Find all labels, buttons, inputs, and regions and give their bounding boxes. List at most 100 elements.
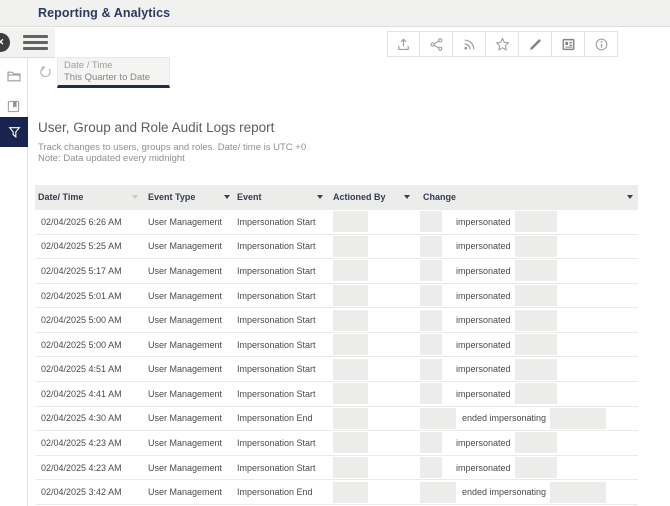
redaction-box [515, 383, 557, 404]
table-row: 02/04/2025 5:01 AMUser ManagementImperso… [35, 284, 638, 309]
table-row: 02/04/2025 4:30 AMUser ManagementImperso… [35, 407, 638, 432]
table-row: 02/04/2025 5:25 AMUser ManagementImperso… [35, 235, 638, 260]
column-header-label: Change [423, 192, 456, 202]
cell-event: Impersonation Start [235, 210, 328, 234]
table-row: 02/04/2025 6:26 AMUser ManagementImperso… [35, 210, 638, 235]
cell-actioned-by [328, 284, 415, 308]
report-view-button[interactable] [552, 31, 585, 57]
undo-button[interactable] [38, 64, 53, 84]
cell-change: impersonated [415, 431, 638, 455]
change-text: impersonated [456, 217, 511, 227]
export-button[interactable] [387, 31, 420, 57]
column-header[interactable]: Date/ Time [35, 185, 143, 210]
cell-actioned-by [328, 456, 415, 480]
redaction-box [333, 260, 368, 281]
filter-tab-date-time[interactable]: Date / Time This Quarter to Date [57, 57, 170, 88]
cell-event-type: User Management [143, 284, 235, 308]
change-text: impersonated [456, 340, 511, 350]
info-icon [594, 37, 609, 52]
cell-event-type: User Management [143, 333, 235, 357]
cell-event-type: User Management [143, 235, 235, 259]
favorite-star-icon [495, 37, 510, 52]
cell-event: Impersonation Start [235, 235, 328, 259]
share-button[interactable] [420, 31, 453, 57]
cell-change: impersonated [415, 357, 638, 381]
redaction-box [420, 236, 442, 257]
column-header-label: Actioned By [333, 192, 386, 202]
sidebar-item-bookmarks[interactable] [0, 92, 27, 120]
sidebar-item-folders[interactable] [0, 62, 27, 90]
cell-actioned-by [328, 308, 415, 332]
cell-date-time: 02/04/2025 4:51 AM [35, 357, 143, 381]
filter-tab-field: Date / Time [64, 60, 169, 72]
cell-actioned-by [328, 235, 415, 259]
export-icon [396, 37, 411, 52]
cell-change: impersonated [415, 259, 638, 283]
subscribe-button[interactable] [453, 31, 486, 57]
report-description: Track changes to users, groups and roles… [38, 142, 306, 153]
redaction-box [420, 482, 456, 503]
report-note: Note: Data updated every midnight [38, 153, 185, 164]
change-text: impersonated [456, 364, 511, 374]
cell-date-time: 02/04/2025 4:23 AM [35, 456, 143, 480]
cell-event-type: User Management [143, 382, 235, 406]
redaction-box [515, 236, 557, 257]
collapse-close-icon[interactable]: ✕ [0, 33, 10, 52]
column-dropdown-arrow-icon[interactable] [224, 195, 230, 199]
cell-change: impersonated [415, 456, 638, 480]
redaction-box [333, 432, 368, 453]
table-row: 02/04/2025 5:17 AMUser ManagementImperso… [35, 259, 638, 284]
sidebar-item-filters[interactable] [0, 117, 28, 147]
redaction-box [515, 285, 557, 306]
column-dropdown-arrow-icon[interactable] [404, 195, 410, 199]
cell-date-time: 02/04/2025 4:30 AM [35, 407, 143, 431]
cell-change: impersonated [415, 382, 638, 406]
redaction-box [333, 310, 368, 331]
column-header[interactable]: Change [415, 185, 638, 210]
redaction-box [550, 482, 606, 503]
favorite-button[interactable] [486, 31, 519, 57]
cell-event: Impersonation Start [235, 259, 328, 283]
cell-actioned-by [328, 382, 415, 406]
cell-event-type: User Management [143, 407, 235, 431]
undo-icon [38, 64, 53, 79]
redaction-box [333, 383, 368, 404]
column-header[interactable]: Event [235, 185, 328, 210]
app-title: Reporting & Analytics [38, 6, 170, 20]
cell-actioned-by [328, 259, 415, 283]
cell-date-time: 02/04/2025 5:25 AM [35, 235, 143, 259]
redaction-box [515, 432, 557, 453]
cell-event: Impersonation Start [235, 284, 328, 308]
audit-log-table: Date/ TimeEvent TypeEvent Actioned By Chan… [35, 185, 638, 506]
report-title: User, Group and Role Audit Logs report [38, 120, 274, 135]
redaction-box [333, 334, 368, 355]
column-dropdown-arrow-icon[interactable] [627, 195, 633, 199]
redaction-box [420, 457, 442, 478]
column-dropdown-arrow-icon[interactable] [132, 195, 138, 199]
info-button[interactable] [585, 31, 618, 57]
report-view-icon [561, 37, 576, 52]
column-header[interactable]: Event Type [143, 185, 235, 210]
redaction-box [333, 211, 368, 232]
annotate-button[interactable] [519, 31, 552, 57]
change-text: impersonated [456, 266, 511, 276]
cell-actioned-by [328, 357, 415, 381]
table-body: 02/04/2025 6:26 AMUser ManagementImperso… [35, 210, 638, 506]
change-text: impersonated [456, 463, 511, 473]
menu-button[interactable]: ✕ [0, 28, 55, 58]
cell-event: Impersonation End [235, 407, 328, 431]
filter-tab-value: This Quarter to Date [64, 72, 169, 84]
redaction-box [515, 211, 557, 232]
column-header[interactable]: Actioned By [328, 185, 415, 210]
change-text: impersonated [456, 241, 511, 251]
redaction-box [420, 211, 442, 232]
cell-change: impersonated [415, 333, 638, 357]
table-header-row: Date/ TimeEvent TypeEvent Actioned By Chan… [35, 185, 638, 210]
table-row: 02/04/2025 4:23 AMUser ManagementImperso… [35, 456, 638, 481]
change-text: impersonated [456, 291, 511, 301]
cell-change: impersonated [415, 210, 638, 234]
redaction-box [515, 359, 557, 380]
column-dropdown-arrow-icon[interactable] [317, 195, 323, 199]
redaction-box [515, 310, 557, 331]
cell-event: Impersonation End [235, 480, 328, 504]
